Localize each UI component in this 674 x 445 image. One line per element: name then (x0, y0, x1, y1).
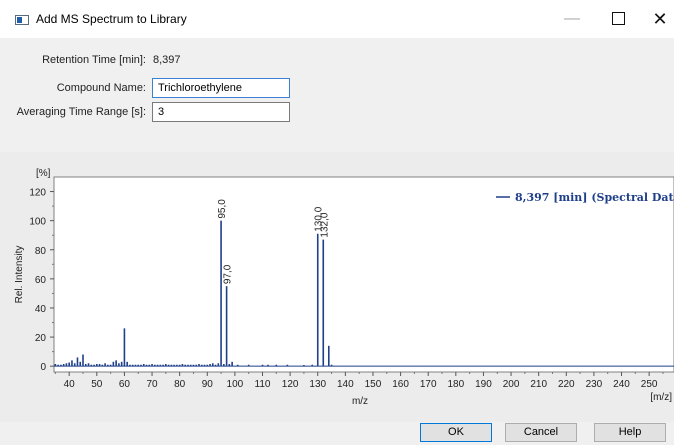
y-tick-label: 120 (29, 188, 46, 199)
help-button[interactable]: Help (594, 423, 666, 442)
y-tick-label: 40 (35, 304, 47, 315)
retention-time-label: Retention Time [min]: (42, 54, 146, 66)
y-tick-label: 80 (35, 246, 47, 257)
x-tick-label: 170 (420, 379, 437, 390)
x-tick-label: 200 (503, 379, 520, 390)
x-unit-label: [m/z] (650, 392, 672, 403)
maximize-icon (611, 12, 625, 26)
y-tick-label: 0 (40, 362, 46, 373)
title-bar[interactable]: Add MS Spectrum to Library — ✕ (0, 0, 674, 38)
window-title: Add MS Spectrum to Library (36, 12, 187, 26)
x-tick-label: 40 (64, 379, 76, 390)
spectrum-chart-panel: 0 20 40 60 80 100 120 40 50 60 70 80 90 100 110 120 130 1… (0, 152, 674, 422)
compound-name-input[interactable] (152, 78, 290, 98)
peak-label: 132,0 (319, 212, 330, 237)
peak-label: 95,0 (217, 199, 228, 219)
x-tick-label: 210 (530, 379, 547, 390)
y-axis-label: Rel. Intensity (14, 246, 25, 304)
x-tick-label: 150 (365, 379, 382, 390)
x-tick-label: 220 (558, 379, 575, 390)
x-tick-label: 160 (392, 379, 409, 390)
x-tick-label: 110 (255, 379, 271, 390)
y-tick-label: 20 (35, 333, 47, 344)
x-tick-label: 240 (613, 379, 630, 390)
x-tick-label: 190 (475, 379, 492, 390)
retention-time-value: 8,397 (153, 54, 181, 66)
y-unit-label: [%] (36, 168, 51, 179)
compound-name-label: Compound Name: (56, 82, 146, 94)
plot-area (53, 176, 674, 373)
dialog-window: Add MS Spectrum to Library — ✕ Retention… (0, 0, 674, 445)
cancel-button[interactable]: Cancel (505, 423, 577, 442)
minimize-button[interactable]: — (549, 0, 595, 38)
maximize-button[interactable] (595, 0, 641, 38)
averaging-time-label: Averaging Time Range [s]: (16, 106, 146, 118)
x-tick-label: 70 (146, 379, 158, 390)
spectrum-form: Retention Time [min]: 8,397 Compound Nam… (0, 38, 674, 150)
x-axis-label: m/z (352, 396, 368, 407)
y-tick-label: 100 (29, 217, 46, 228)
app-icon (15, 15, 29, 25)
x-tick-label: 250 (641, 379, 658, 390)
close-button[interactable]: ✕ (637, 0, 674, 38)
spectrum-chart[interactable]: 0 20 40 60 80 100 120 40 50 60 70 80 90 100 110 120 130 1… (0, 152, 674, 422)
x-tick-label: 50 (91, 379, 103, 390)
x-tick-label: 130 (309, 379, 326, 390)
x-tick-label: 180 (447, 379, 464, 390)
x-tick-label: 60 (119, 379, 131, 390)
legend-label: 8,397 [min] (Spectral Data) (515, 191, 674, 204)
x-tick-label: 140 (337, 379, 354, 390)
x-tick-label: 100 (227, 379, 244, 390)
x-tick-label: 230 (586, 379, 603, 390)
ok-button[interactable]: OK (420, 423, 492, 442)
y-tick-label: 60 (35, 275, 47, 286)
x-tick-label: 90 (202, 379, 214, 390)
x-tick-label: 120 (282, 379, 299, 390)
peak-label: 97,0 (223, 264, 234, 284)
averaging-time-input[interactable] (152, 102, 290, 122)
x-tick-label: 80 (174, 379, 186, 390)
